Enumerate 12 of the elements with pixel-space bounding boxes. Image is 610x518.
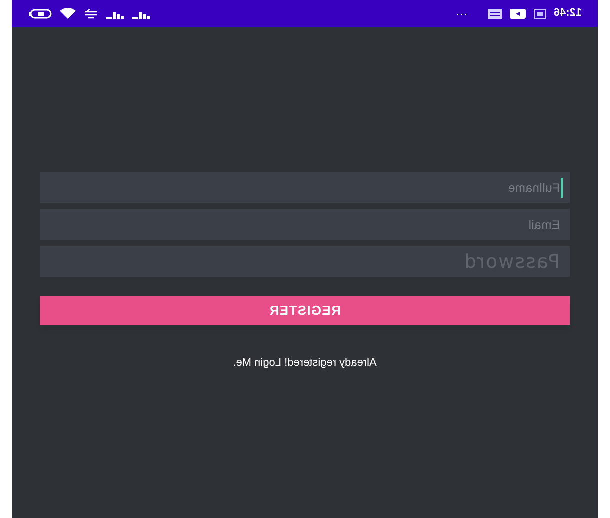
login-link[interactable]: Already registered! Login Me. bbox=[233, 355, 377, 372]
data-arrows-icon bbox=[84, 8, 98, 18]
image-icon bbox=[534, 8, 546, 18]
more-notifications: ··· bbox=[456, 6, 468, 22]
battery-icon bbox=[28, 8, 52, 18]
wifi-icon bbox=[60, 8, 76, 19]
input-field[interactable]: Email bbox=[40, 209, 570, 240]
video-icon bbox=[510, 8, 526, 18]
message-icon bbox=[488, 8, 502, 18]
clock-time: 12:46 bbox=[554, 6, 582, 22]
register-button[interactable]: REGISTER bbox=[40, 296, 570, 325]
input-field[interactable]: Fullname bbox=[40, 172, 570, 203]
